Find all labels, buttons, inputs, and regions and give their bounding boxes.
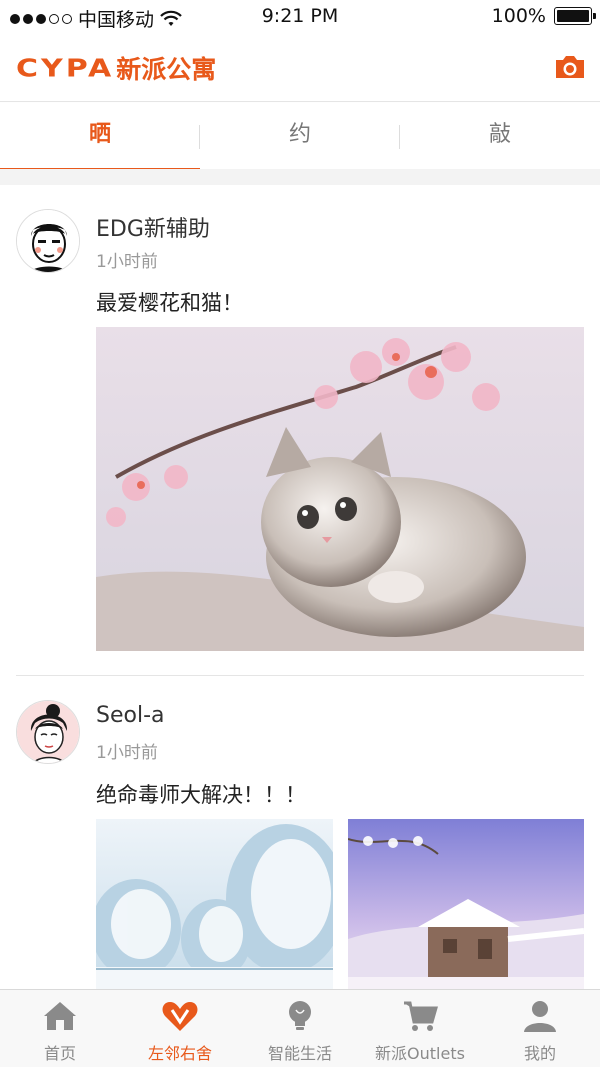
post-time: 1小时前 xyxy=(96,252,158,272)
post-photo[interactable] xyxy=(96,819,333,989)
app-logo: CYPA 新派公寓 xyxy=(16,50,216,86)
post-divider xyxy=(16,675,584,676)
tabbar-smart-life-label: 智能生活 xyxy=(267,1044,332,1063)
feed-tabs: 晒 约 敲 xyxy=(0,103,600,171)
post-author[interactable]: EDG新辅助 xyxy=(96,211,210,243)
logo-latin: CYPA xyxy=(16,53,115,83)
tabbar-profile[interactable]: 我的 xyxy=(480,990,600,1067)
lightbulb-icon xyxy=(289,1001,311,1030)
camera-icon[interactable] xyxy=(554,54,586,80)
post-text: 最爱樱花和猫！ xyxy=(96,291,243,315)
tabbar-neighbors[interactable]: 左邻右舍 xyxy=(120,990,240,1067)
avatar[interactable] xyxy=(16,700,80,764)
battery-icon xyxy=(554,7,596,25)
tab-share[interactable]: 晒 xyxy=(0,103,200,171)
cartoon-woman-avatar-icon xyxy=(17,701,79,763)
tab-meet-label: 约 xyxy=(288,122,311,147)
section-gap xyxy=(0,169,600,185)
snowy-cabin-image xyxy=(348,819,584,989)
tabbar-home-label: 首页 xyxy=(43,1044,76,1063)
tabbar-smart-life[interactable]: 智能生活 xyxy=(240,990,360,1067)
user-icon xyxy=(524,1001,556,1032)
post-photo[interactable] xyxy=(96,327,584,651)
battery-percent: 100% xyxy=(491,5,546,27)
post-time: 1小时前 xyxy=(96,743,158,763)
status-bar: 中国移动 9:21 PM 100% xyxy=(0,0,600,34)
post-text: 绝命毒师大解决！！！ xyxy=(96,783,306,807)
tab-knock-label: 敲 xyxy=(488,122,511,147)
tabbar-neighbors-label: 左邻右舍 xyxy=(147,1044,212,1063)
tabbar-outlets[interactable]: 新派Outlets xyxy=(360,990,480,1067)
avatar[interactable] xyxy=(16,209,80,273)
post-author[interactable]: Seol-a xyxy=(96,703,165,728)
cartoon-man-avatar-icon xyxy=(17,210,79,272)
kitten-cherry-blossom-image xyxy=(96,327,584,651)
home-icon xyxy=(44,1002,76,1030)
tabbar-home[interactable]: 首页 xyxy=(0,990,120,1067)
neighbors-heart-icon xyxy=(162,1002,198,1031)
tabbar-profile-label: 我的 xyxy=(523,1044,556,1063)
logo-chinese: 新派公寓 xyxy=(116,55,217,84)
bottom-tab-bar: 首页 左邻右舍 智能生活 新派Outlets 我的 xyxy=(0,989,600,1067)
post-photo[interactable] xyxy=(348,819,584,989)
tab-meet[interactable]: 约 xyxy=(200,103,400,169)
app-header: CYPA 新派公寓 xyxy=(0,34,600,102)
snowy-trees-image xyxy=(96,819,333,989)
tabbar-outlets-label: 新派Outlets xyxy=(375,1044,465,1063)
tab-knock[interactable]: 敲 xyxy=(400,103,600,169)
tab-share-label: 晒 xyxy=(88,122,111,147)
cart-icon xyxy=(404,1001,438,1031)
